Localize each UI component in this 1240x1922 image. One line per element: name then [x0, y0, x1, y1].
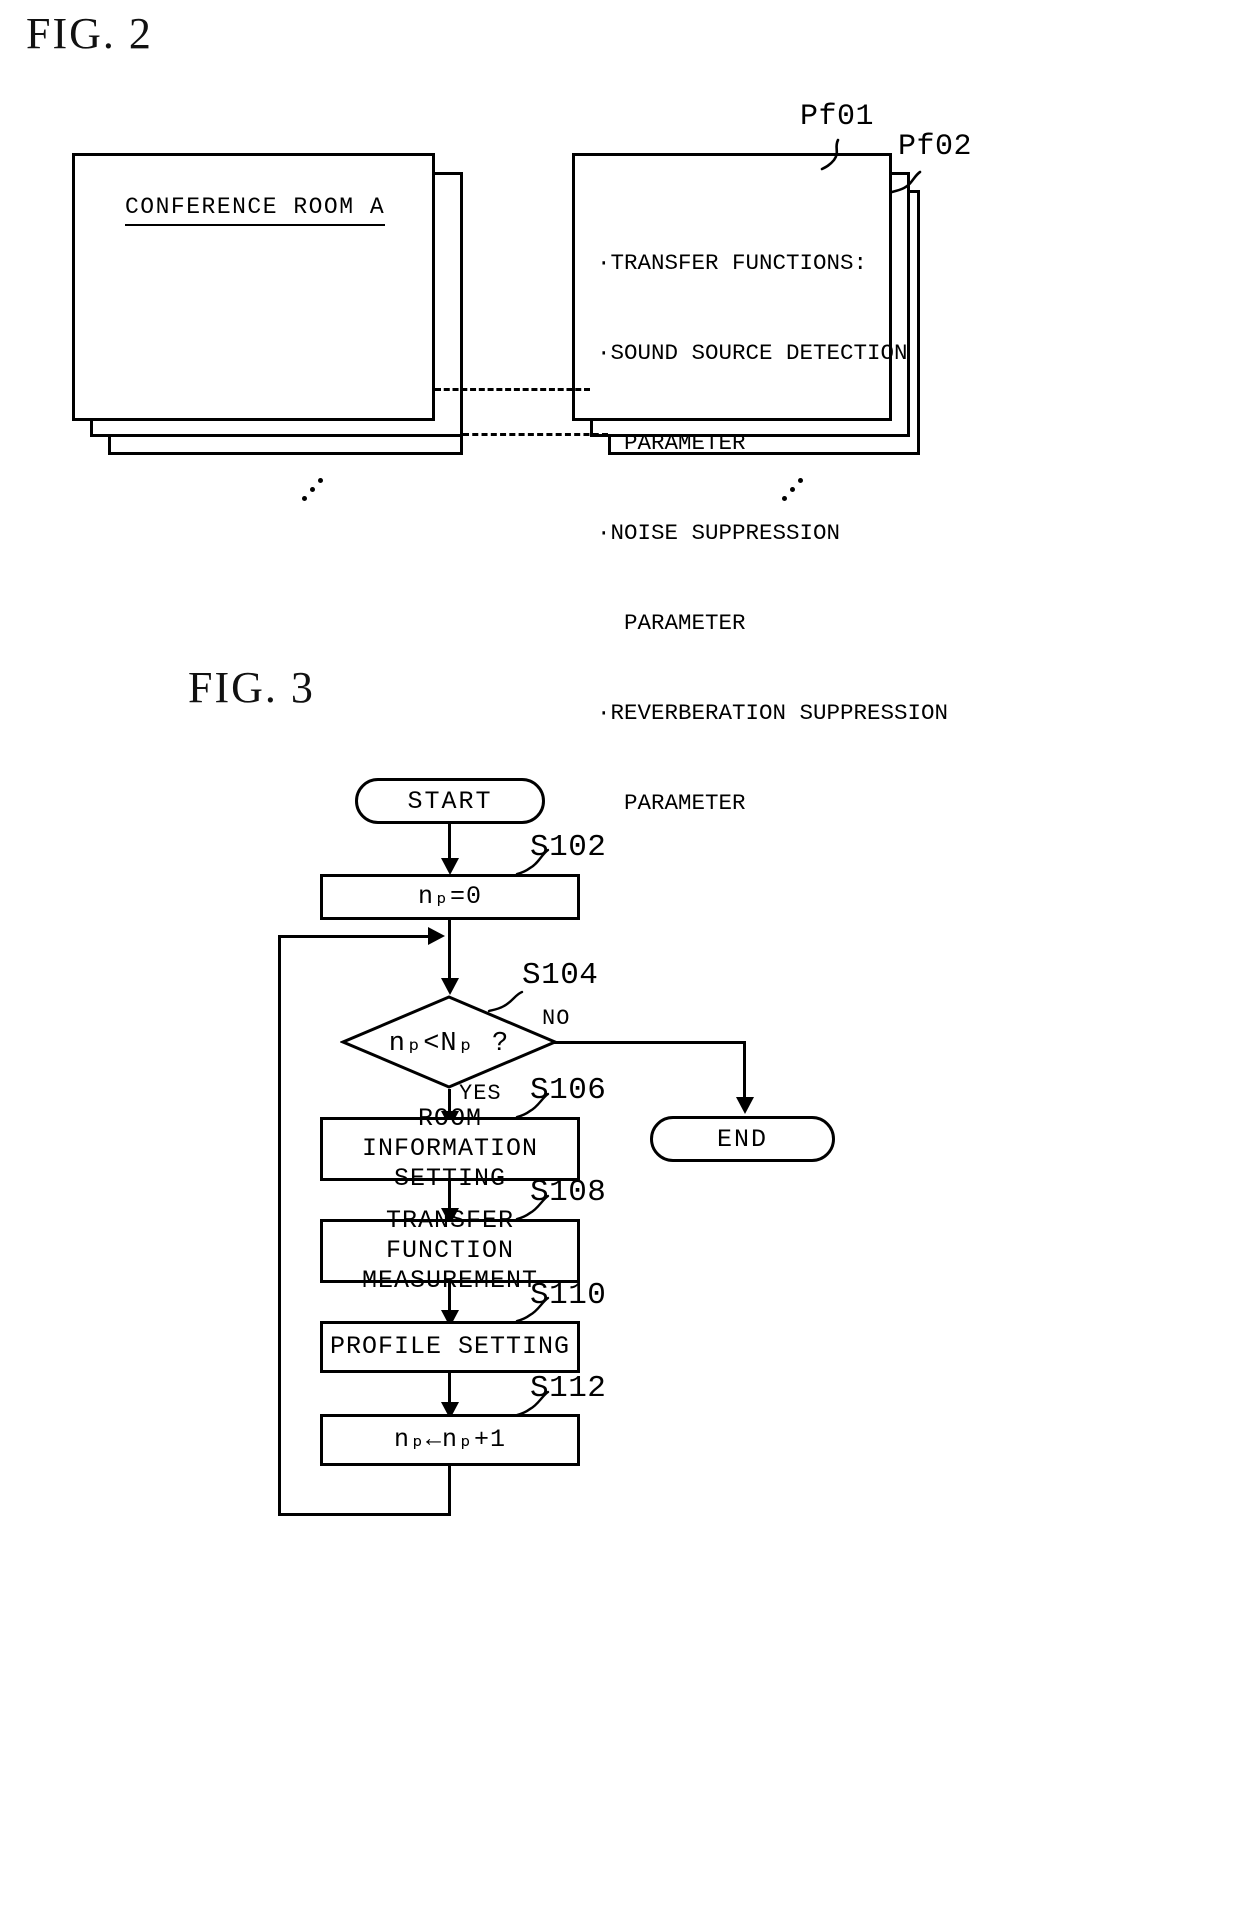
- branch-label-no: NO: [542, 1006, 571, 1031]
- pf01-label: Pf01: [800, 100, 875, 134]
- flow-node-end: END: [650, 1116, 835, 1162]
- right-stack-ellipsis: [782, 478, 816, 512]
- profile-param-line: PARAMETER: [597, 430, 746, 456]
- flow-node-s102: nₚ=0: [320, 874, 580, 920]
- flow-node-s108: TRANSFER FUNCTION MEASUREMENT: [320, 1206, 580, 1295]
- profile-param-line: ·REVERBERATION SUPPRESSION: [597, 700, 949, 726]
- arrow-s104-no-horizontal: [553, 1041, 745, 1044]
- arrowhead-s102-to-s104: [441, 978, 459, 995]
- arrowhead-s104-no-to-end: [736, 1097, 754, 1114]
- flow-node-start: START: [355, 778, 545, 824]
- arrowhead-start-to-s102: [441, 858, 459, 875]
- profile-link-dashed-top: [435, 388, 590, 391]
- patent-figure-page: FIG. 2 CONFERENCE ROOM A ·TRANSFER FUNCT…: [0, 0, 1240, 1922]
- conference-room-title: CONFERENCE ROOM A: [125, 194, 386, 226]
- profile-param-line: PARAMETER: [597, 790, 746, 816]
- profile-param-line: ·NOISE SUPPRESSION: [597, 520, 841, 546]
- loopback-left-segment: [278, 935, 281, 1515]
- profile-param-line: PARAMETER: [597, 610, 746, 636]
- left-stack-ellipsis: [302, 478, 336, 512]
- step-label-s106: S106: [530, 1073, 607, 1108]
- flow-node-s110: PROFILE SETTING: [320, 1321, 580, 1373]
- step-label-s104: S104: [522, 958, 599, 993]
- loopback-down-segment: [448, 1466, 451, 1516]
- s104-leader-line: [487, 990, 526, 1014]
- step-label-s108: S108: [530, 1175, 607, 1210]
- step-label-s102: S102: [530, 830, 607, 865]
- profile-param-line: ·SOUND SOURCE DETECTION: [597, 340, 908, 366]
- pf01-leader-line: [812, 138, 852, 171]
- flow-node-s112: nₚ←nₚ+1: [320, 1414, 580, 1466]
- loopback-top-segment: [278, 935, 436, 938]
- step-label-s112: S112: [530, 1371, 607, 1406]
- pf02-leader-line: [890, 170, 930, 202]
- profile-parameter-list: ·TRANSFER FUNCTIONS: ·SOUND SOURCE DETEC…: [597, 188, 949, 878]
- profile-link-dashed-bottom: [463, 433, 608, 436]
- branch-label-yes: YES: [459, 1081, 502, 1106]
- pf02-label: Pf02: [898, 130, 973, 164]
- profile-param-line: ·TRANSFER FUNCTIONS:: [597, 250, 868, 276]
- flow-node-s106: ROOM INFORMATION SETTING: [320, 1104, 580, 1193]
- figure-3-caption: FIG. 3: [188, 663, 315, 712]
- step-label-s110: S110: [530, 1278, 607, 1313]
- loopback-bottom-segment: [278, 1513, 450, 1516]
- arrowhead-loopback-to-s104-path: [428, 927, 445, 945]
- figure-2-caption: FIG. 2: [26, 9, 153, 58]
